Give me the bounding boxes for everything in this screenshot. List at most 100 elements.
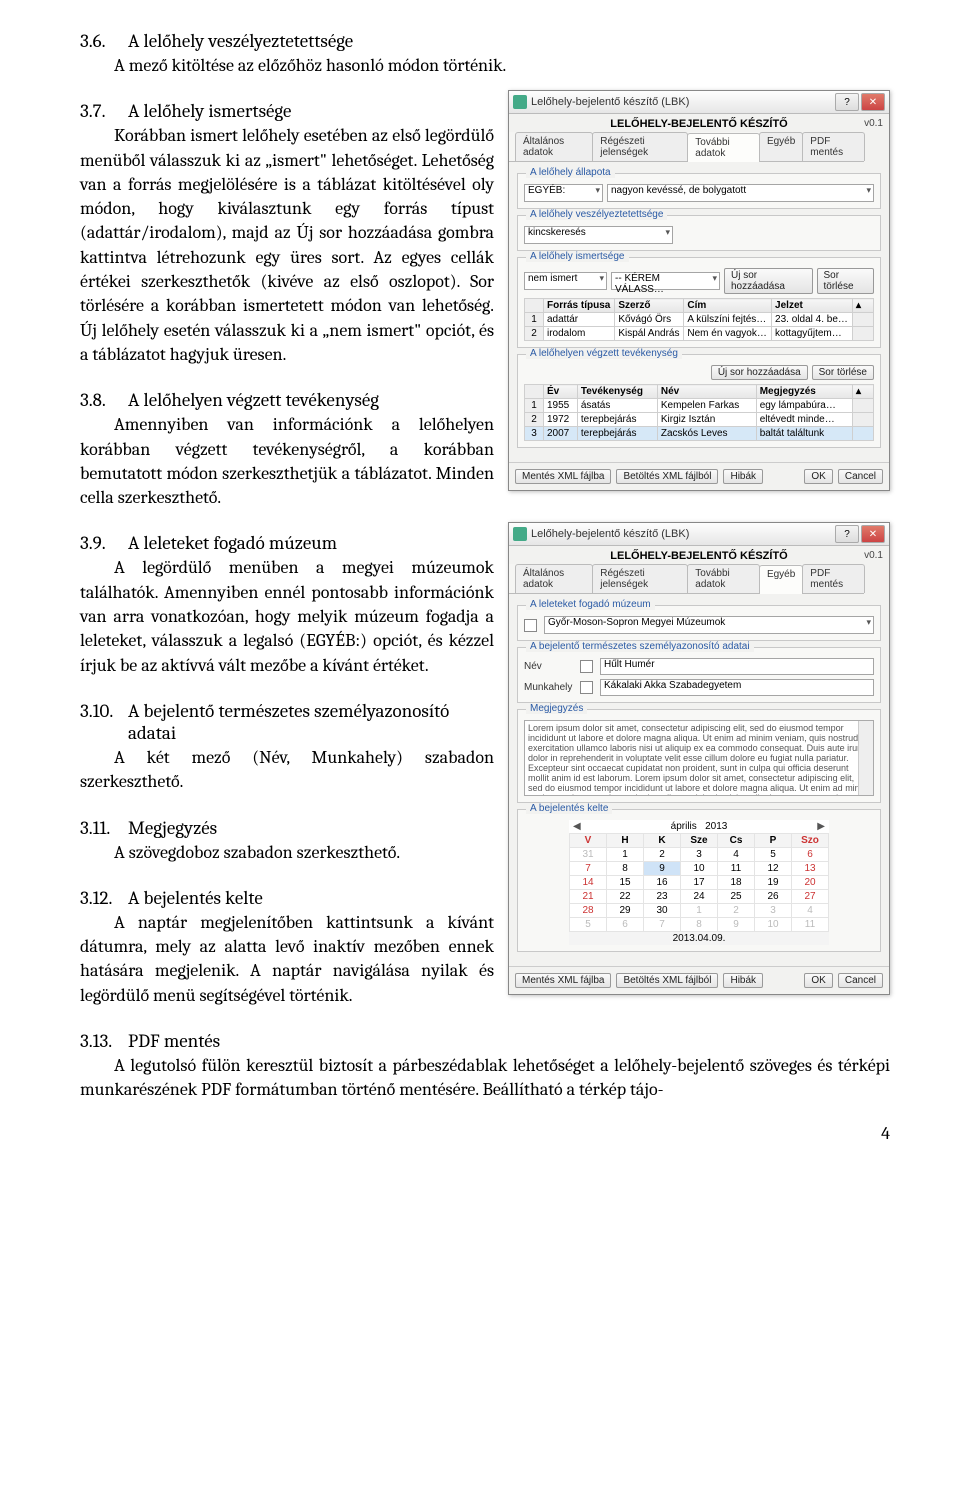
sec-body: A legördülő menüben a megyei múzeumok ta… [80, 556, 494, 677]
sec-num: 3.13. [80, 1030, 128, 1052]
workplace-label: Munkahely [524, 682, 576, 693]
screenshot-window-2: Lelőhely-bejelentő készítő (LBK) ? ✕ LEL… [508, 522, 890, 995]
museum-dd[interactable]: Győr-Moson-Sopron Megyei Múzeumok [544, 616, 874, 634]
save-xml-button[interactable]: Mentés XML fájlba [515, 469, 611, 484]
version-label: v0.1 [864, 550, 883, 561]
sec-title: Megjegyzés [128, 817, 494, 839]
sec-num: 3.9. [80, 532, 128, 554]
cancel-button[interactable]: Cancel [838, 973, 883, 988]
status-dd1[interactable]: EGYÉB: [524, 184, 603, 202]
add-row-button[interactable]: Új sor hozzáadása [724, 268, 813, 294]
help-button[interactable]: ? [835, 93, 859, 111]
tab-altalanos[interactable]: Általános adatok [515, 132, 593, 161]
tab-regeszeti[interactable]: Régészeti jelenségek [592, 132, 688, 161]
errors-button[interactable]: Hibák [723, 469, 763, 484]
calendar-year[interactable]: 2013 [705, 821, 727, 832]
load-xml-button[interactable]: Betöltés XML fájlból [616, 973, 718, 988]
sec-title: A bejelentés kelte [128, 887, 494, 909]
group-title-megj: Megjegyzés [526, 703, 587, 714]
group-title-szemely: A bejelentő természetes személyazonosító… [526, 641, 754, 652]
table-row[interactable]: 1 1955 ásatás Kempelen Farkas egy lámpab… [525, 399, 874, 413]
titlebar: Lelőhely-bejelentő készítő (LBK) ? ✕ [509, 523, 889, 546]
name-label: Név [524, 661, 576, 672]
table-row[interactable]: 1 adattár Kővágó Örs A külszíni fejtés… … [525, 313, 874, 327]
app-icon [513, 527, 527, 541]
col-type: Forrás típusa [544, 299, 615, 313]
tab-pdf[interactable]: PDF mentés [802, 564, 865, 593]
calendar[interactable]: ◀ április 2013 ▶ [569, 820, 829, 945]
tab-pdf[interactable]: PDF mentés [802, 132, 865, 161]
table-row[interactable]: 2 irodalom Kispál András Nem én vagyok… … [525, 327, 874, 341]
group-title-ismert: A lelőhely ismertsége [526, 251, 629, 262]
sec-title: A lelőhely ismertsége [128, 100, 494, 122]
app-title: LELŐHELY-BEJELENTŐ KÉSZÍTŐ [509, 546, 889, 564]
calendar-month[interactable]: április [671, 821, 697, 832]
table-row[interactable]: 2 1972 terepbejárás Kirgiz Isztán eltéve… [525, 413, 874, 427]
name-checkbox[interactable] [580, 660, 593, 673]
add-row-button[interactable]: Új sor hozzáadása [711, 365, 808, 380]
sec-num: 3.7. [80, 100, 128, 122]
tab-altalanos[interactable]: Általános adatok [515, 564, 593, 593]
sec-num: 3.11. [80, 817, 128, 839]
name-input[interactable]: Hűlt Humér [600, 658, 874, 675]
status-dd2[interactable]: nagyon kevéssé, de bolygatott [607, 184, 874, 202]
known-dd2[interactable]: -- KÉREM VÁLASS… [611, 272, 720, 290]
sec-body: Amennyiben van információnk a lelőhelyen… [80, 413, 494, 510]
sec-num: 3.8. [80, 389, 128, 411]
errors-button[interactable]: Hibák [723, 973, 763, 988]
sec-num: 3.12. [80, 887, 128, 909]
threat-dd[interactable]: kincskeresés [524, 226, 673, 244]
tab-egyeb[interactable]: Egyéb [759, 132, 803, 161]
sec-title: A leleteket fogadó múzeum [128, 532, 494, 554]
tab-tovabbi[interactable]: További adatok [687, 564, 760, 593]
tab-regeszeti[interactable]: Régészeti jelenségek [592, 564, 688, 593]
sources-table[interactable]: Forrás típusa Szerző Cím Jelzet ▴ 1 adat… [524, 298, 874, 341]
notes-textarea[interactable]: Lorem ipsum dolor sit amet, consectetur … [524, 720, 874, 796]
activities-table[interactable]: Év Tevékenység Név Megjegyzés ▴ 1 1955 á [524, 384, 874, 441]
tab-egyeb[interactable]: Egyéb [759, 565, 803, 594]
museum-checkbox[interactable] [524, 619, 537, 632]
app-icon [513, 95, 527, 109]
delete-row-button[interactable]: Sor törlése [817, 268, 875, 294]
table-row[interactable]: 3 2007 terepbejárás Zacskós Leves baltát… [525, 427, 874, 441]
scrollbar[interactable]: ▴ [853, 299, 874, 313]
prev-month-icon[interactable]: ◀ [573, 821, 581, 832]
sec-title: A lelőhely veszélyeztetettsége [128, 30, 890, 52]
save-xml-button[interactable]: Mentés XML fájlba [515, 973, 611, 988]
screenshot-window-1: Lelőhely-bejelentő készítő (LBK) ? ✕ LEL… [508, 90, 890, 491]
sec-body: A naptár megjelenítőben kattintsunk a kí… [80, 911, 494, 1008]
col-title: Cím [684, 299, 772, 313]
col-author: Szerző [615, 299, 684, 313]
tab-tovabbi[interactable]: További adatok [687, 133, 760, 162]
sec-num: 3.10. [80, 700, 128, 744]
sec-body: A két mező (Név, Munkahely) szabadon sze… [80, 746, 494, 795]
workplace-checkbox[interactable] [580, 681, 593, 694]
sec-body: A szövegdoboz szabadon szerkeszthető. [80, 841, 494, 865]
titlebar: Lelőhely-bejelentő készítő (LBK) ? ✕ [509, 91, 889, 114]
col-idx [525, 299, 544, 313]
delete-row-button[interactable]: Sor törlése [812, 365, 874, 380]
sec-num: 3.6. [80, 30, 128, 52]
close-button[interactable]: ✕ [861, 93, 885, 111]
window-title: Lelőhely-bejelentő készítő (LBK) [531, 528, 833, 540]
help-button[interactable]: ? [835, 525, 859, 543]
group-title-tevek: A lelőhelyen végzett tevékenység [526, 348, 682, 359]
close-button[interactable]: ✕ [861, 525, 885, 543]
workplace-input[interactable]: Kákalaki Akka Szabadegyetem [600, 679, 874, 696]
ok-button[interactable]: OK [804, 973, 832, 988]
known-dd[interactable]: nem ismert [524, 272, 607, 290]
calendar-grid[interactable]: V H K Sze Cs P Szo 31 [569, 833, 829, 932]
sec-title: A lelőhelyen végzett tevékenység [128, 389, 494, 411]
notes-text: Lorem ipsum dolor sit amet, consectetur … [528, 723, 869, 796]
next-month-icon[interactable]: ▶ [817, 821, 825, 832]
sec-body: A legutolsó fülön keresztül biztosít a p… [80, 1054, 890, 1103]
window-title: Lelőhely-bejelentő készítő (LBK) [531, 96, 833, 108]
scrollbar[interactable] [858, 721, 873, 795]
group-title-veszely: A lelőhely veszélyeztetettsége [526, 209, 667, 220]
load-xml-button[interactable]: Betöltés XML fájlból [616, 469, 718, 484]
cancel-button[interactable]: Cancel [838, 469, 883, 484]
sec-body: Korábban ismert lelőhely esetében az els… [80, 124, 494, 367]
sec-title: PDF mentés [128, 1030, 890, 1052]
ok-button[interactable]: OK [804, 469, 832, 484]
version-label: v0.1 [864, 118, 883, 129]
